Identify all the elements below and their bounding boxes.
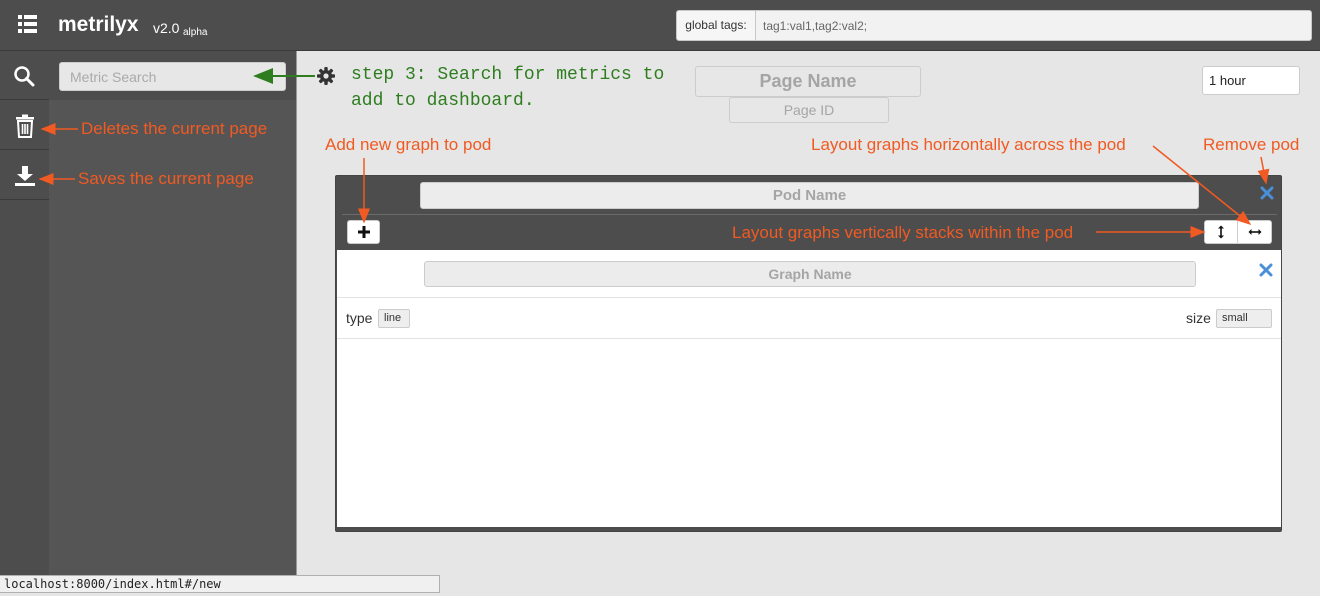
step3-line2: add to dashboard. bbox=[351, 91, 535, 111]
search-icon bbox=[14, 66, 35, 87]
layout-horizontal-annotation: Layout graphs horizontally across the po… bbox=[811, 135, 1126, 154]
gear-icon bbox=[317, 67, 335, 85]
page-id-input[interactable] bbox=[729, 97, 889, 123]
graph-size-select[interactable]: small bbox=[1216, 309, 1272, 328]
menu-list-icon[interactable] bbox=[14, 11, 44, 37]
layout-toggle-group bbox=[1204, 220, 1272, 244]
graph-divider bbox=[337, 338, 1281, 339]
pod-name-input[interactable] bbox=[420, 182, 1199, 209]
app-version: v2.0 bbox=[153, 20, 180, 36]
metric-search-input[interactable] bbox=[59, 62, 286, 91]
layout-horizontal-button[interactable] bbox=[1238, 221, 1271, 243]
global-tags-label: global tags: bbox=[677, 11, 756, 40]
pod-divider bbox=[342, 214, 1277, 215]
horizontal-arrows-icon bbox=[1248, 229, 1262, 235]
download-icon bbox=[15, 166, 35, 186]
save-page-button[interactable] bbox=[0, 151, 49, 200]
app-name: metrilyx bbox=[58, 13, 139, 36]
graph-type-select[interactable]: line bbox=[378, 309, 410, 328]
vertical-arrows-icon bbox=[1218, 225, 1224, 239]
step3-line1: step 3: Search for metrics to bbox=[351, 65, 665, 85]
top-bar: metrilyx v2.0 alpha global tags: bbox=[0, 0, 1320, 51]
graph-panel: type line size small bbox=[337, 250, 1281, 527]
step3-annotation: step 3: Search for metrics to add to das… bbox=[351, 62, 664, 114]
remove-pod-close-icon[interactable] bbox=[1260, 186, 1274, 200]
status-bar-url: localhost:8000/index.html#/new bbox=[0, 575, 440, 593]
plus-icon bbox=[358, 226, 370, 238]
time-range-select[interactable]: 1 hour bbox=[1202, 66, 1300, 95]
layout-vertical-annotation: Layout graphs vertically stacks within t… bbox=[732, 223, 1074, 242]
remove-graph-close-icon[interactable] bbox=[1259, 263, 1273, 277]
layout-vertical-button[interactable] bbox=[1205, 221, 1238, 243]
delete-page-button[interactable] bbox=[0, 101, 49, 150]
delete-page-annotation: Deletes the current page bbox=[81, 119, 268, 138]
trash-icon bbox=[16, 114, 34, 138]
remove-pod-annotation: Remove pod bbox=[1203, 135, 1300, 154]
graph-type-label: type bbox=[346, 310, 373, 326]
page-name-input[interactable] bbox=[695, 66, 921, 97]
pod: Layout graphs vertically stacks within t… bbox=[335, 175, 1282, 532]
app-stage: alpha bbox=[183, 27, 208, 38]
left-rail bbox=[0, 51, 49, 575]
graph-divider bbox=[337, 297, 1281, 298]
graph-name-input[interactable] bbox=[424, 261, 1196, 287]
global-tags-input[interactable] bbox=[759, 11, 1307, 40]
search-button[interactable] bbox=[0, 51, 49, 100]
save-page-annotation: Saves the current page bbox=[78, 169, 254, 188]
graph-size-label: size bbox=[1186, 310, 1211, 326]
add-graph-button[interactable] bbox=[347, 220, 380, 244]
global-tags-group: global tags: bbox=[676, 10, 1312, 41]
add-graph-annotation: Add new graph to pod bbox=[325, 135, 492, 154]
